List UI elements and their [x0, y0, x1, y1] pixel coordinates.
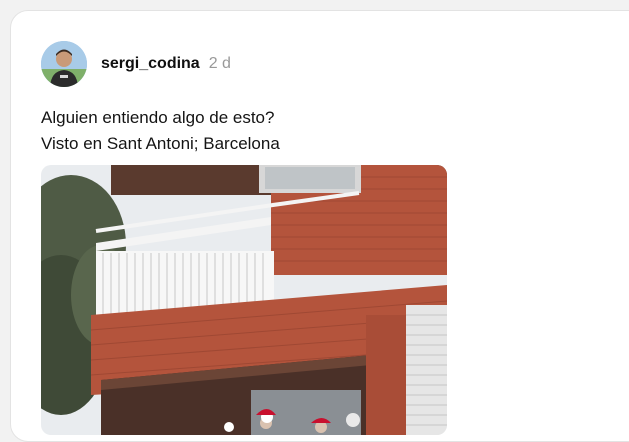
caption-line: Alguien entiendo algo de esto? — [41, 108, 275, 127]
avatar-image — [41, 41, 87, 87]
post-header: sergi_codina 2 d — [41, 41, 231, 87]
username-link[interactable]: sergi_codina — [101, 55, 200, 73]
post-card: sergi_codina 2 d Alguien entiendo algo d… — [10, 10, 629, 442]
post-timestamp[interactable]: 2 d — [209, 55, 231, 73]
post-image[interactable] — [41, 165, 447, 435]
caption-line: Visto en Sant Antoni; Barcelona — [41, 134, 280, 153]
post-caption: Alguien entiendo algo de esto? Visto en … — [41, 105, 280, 157]
building-balcony-photo — [41, 165, 447, 435]
user-meta: sergi_codina 2 d — [101, 55, 231, 73]
avatar[interactable] — [41, 41, 87, 87]
